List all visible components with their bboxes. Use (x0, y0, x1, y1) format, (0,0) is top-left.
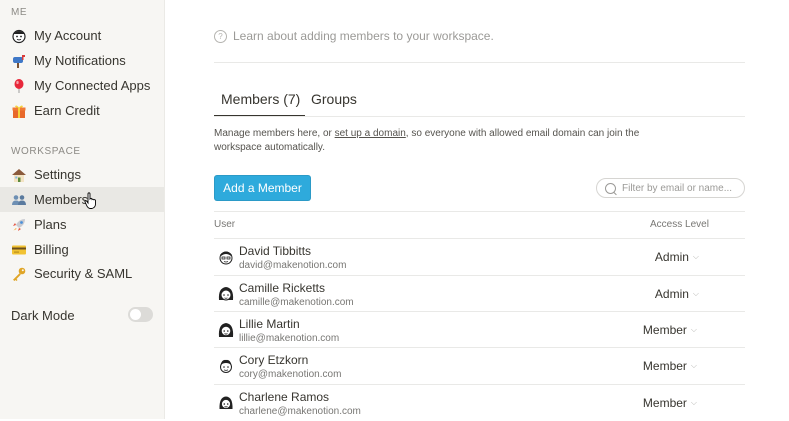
avatar (218, 323, 234, 337)
tabs-divider (214, 116, 745, 117)
tab-members[interactable]: Members (7) (221, 91, 300, 107)
gift-icon (11, 103, 27, 119)
table-row: Charlene Ramos charlene@makenotion.com M… (214, 384, 745, 421)
member-name: Lillie Martin (239, 317, 300, 331)
search-icon (605, 182, 616, 194)
sidebar-item-label: Security & SAML (34, 266, 133, 281)
sidebar-item-my-account[interactable]: My Account (0, 23, 164, 48)
access-level-value: Member (642, 359, 687, 373)
members-panel: ? Learn about adding members to your wor… (165, 0, 789, 419)
chevron-down-icon: ⌵ (690, 398, 697, 407)
sidebar-item-label: Billing (34, 242, 69, 257)
access-level-dropdown[interactable]: Member ⌵ (643, 359, 697, 373)
access-level-value: Admin (654, 250, 689, 264)
chevron-down-icon: ⌵ (690, 325, 697, 334)
member-email: camille@makenotion.com (239, 297, 354, 308)
setup-domain-link[interactable]: set up a domain (335, 128, 406, 139)
sidebar-item-security-saml[interactable]: Security & SAML (0, 261, 164, 286)
dark-mode-label: Dark Mode (11, 308, 75, 323)
avatar (219, 396, 233, 410)
avatar-icon (11, 28, 27, 44)
member-email: charlene@makenotion.com (239, 406, 361, 417)
sidebar-item-label: Members (34, 192, 89, 207)
filter-placeholder: Filter by email or name... (622, 182, 733, 194)
rocket-icon (11, 217, 27, 233)
credit-card-icon (11, 242, 27, 258)
filter-input[interactable]: Filter by email or name... (596, 178, 745, 198)
member-name: Camille Ricketts (239, 281, 326, 295)
member-email: lillie@makenotion.com (239, 333, 340, 344)
sidebar-item-label: Earn Credit (34, 103, 100, 118)
access-level-dropdown[interactable]: Admin ⌵ (655, 287, 699, 301)
avatar (220, 359, 232, 373)
add-member-button[interactable]: Add a Member (214, 175, 311, 201)
member-name: Charlene Ramos (239, 390, 330, 404)
sidebar-item-earn-credit[interactable]: Earn Credit (0, 98, 164, 123)
avatar (219, 251, 233, 265)
key-icon (11, 266, 27, 282)
sidebar-item-label: My Notifications (34, 53, 126, 68)
chevron-down-icon: ⌵ (692, 252, 699, 261)
sidebar-item-settings[interactable]: Settings (0, 162, 164, 187)
access-level-dropdown[interactable]: Member ⌵ (643, 323, 697, 337)
table-row: Camille Ricketts camille@makenotion.com … (214, 275, 745, 312)
member-name: David Tibbitts (239, 244, 312, 258)
avatar (218, 287, 234, 301)
table-row: Lillie Martin lillie@makenotion.com Memb… (214, 311, 745, 348)
settings-sidebar: ME My Account My Notifications My Connec… (0, 0, 165, 419)
access-level-value: Member (642, 396, 687, 410)
toggle-knob (130, 309, 141, 320)
table-top-divider (214, 211, 745, 212)
member-email: david@makenotion.com (239, 260, 347, 271)
sidebar-item-members[interactable]: Members (0, 187, 164, 212)
sidebar-item-label: Plans (34, 217, 67, 232)
table-row: David Tibbitts david@makenotion.com Admi… (214, 238, 745, 275)
sidebar-item-my-connected-apps[interactable]: My Connected Apps (0, 73, 164, 98)
column-header-user: User (214, 219, 236, 230)
mailbox-icon (11, 53, 27, 69)
sidebar-item-plans[interactable]: Plans (0, 212, 164, 237)
access-level-dropdown[interactable]: Member ⌵ (643, 396, 697, 410)
chevron-down-icon: ⌵ (690, 361, 697, 370)
description-text: Manage members here, or (214, 128, 335, 139)
learn-link[interactable]: ? Learn about adding members to your wor… (214, 29, 494, 43)
workspace-section-label: WORKSPACE (11, 146, 81, 157)
people-icon (11, 192, 27, 208)
sidebar-item-label: My Account (34, 28, 102, 43)
sidebar-item-billing[interactable]: Billing (0, 237, 164, 262)
sidebar-item-label: My Connected Apps (34, 78, 151, 93)
members-description: Manage members here, or set up a domain,… (214, 127, 664, 155)
balloon-icon (11, 78, 27, 94)
member-email: cory@makenotion.com (239, 369, 342, 380)
tab-groups[interactable]: Groups (311, 91, 357, 107)
help-icon: ? (214, 29, 227, 43)
sidebar-item-my-notifications[interactable]: My Notifications (0, 48, 164, 73)
hand-cursor-icon (84, 192, 96, 209)
house-icon (11, 167, 27, 183)
divider (214, 62, 745, 63)
me-section-label: ME (11, 7, 28, 18)
member-name: Cory Etzkorn (239, 353, 309, 367)
access-level-dropdown[interactable]: Admin ⌵ (655, 250, 699, 264)
table-row: Cory Etzkorn cory@makenotion.com Member ⌵ (214, 347, 745, 384)
learn-link-text: Learn about adding members to your works… (233, 29, 494, 43)
chevron-down-icon: ⌵ (692, 289, 699, 298)
access-level-value: Admin (654, 287, 689, 301)
access-level-value: Member (642, 323, 687, 337)
column-header-access-level: Access Level (650, 219, 709, 230)
dark-mode-toggle[interactable] (128, 307, 153, 322)
sidebar-item-label: Settings (34, 167, 81, 182)
